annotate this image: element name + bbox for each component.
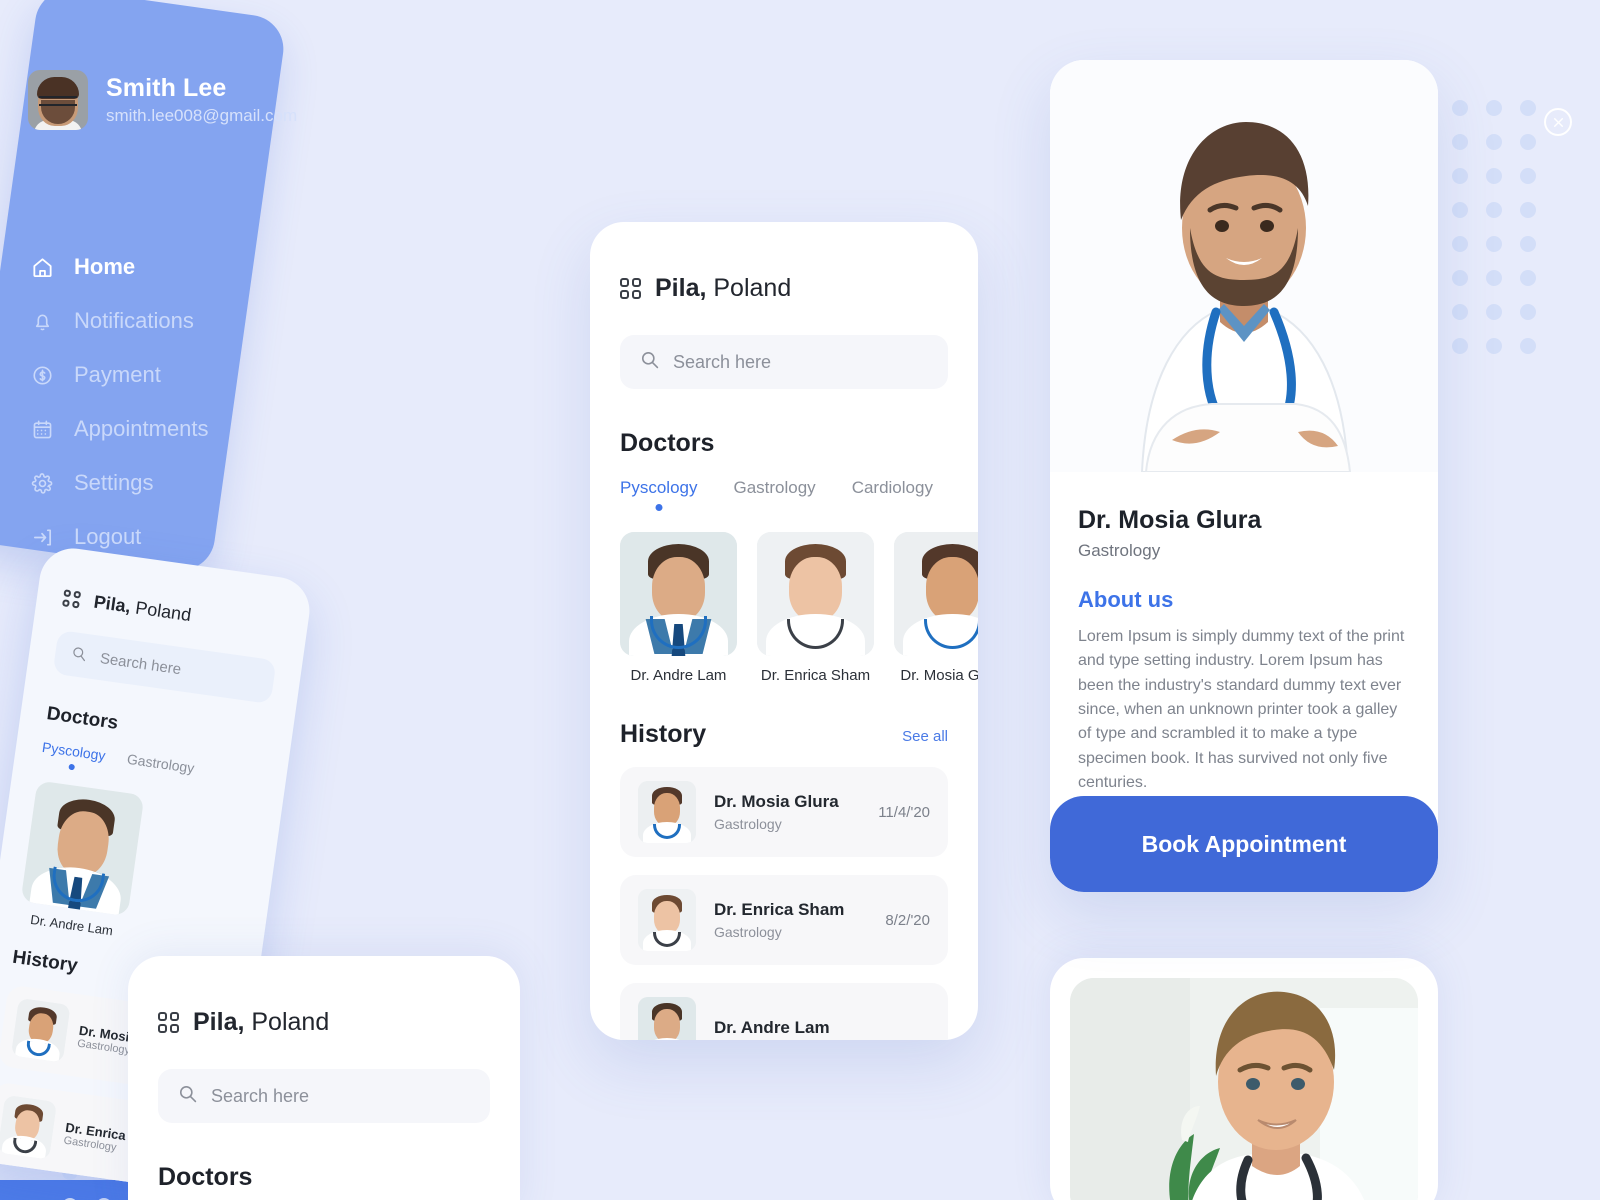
decorative-dot	[1486, 134, 1502, 150]
history-row[interactable]: Dr. Andre Lam	[620, 983, 948, 1040]
location-city: Pila,	[193, 1008, 245, 1036]
history-date: 8/2/'20	[885, 911, 930, 929]
tab-gastrology[interactable]: Gastrology	[126, 751, 195, 776]
decorative-dot	[1486, 202, 1502, 218]
history-doctor-name: Dr. Enrica Sham	[714, 900, 845, 919]
location-country: Poland	[713, 274, 792, 302]
history-section-title: History	[620, 720, 707, 748]
doctor-card-name: Dr. Andre Lam	[29, 911, 114, 939]
tab-cardiology[interactable]: Cardiology	[852, 478, 933, 498]
decorative-dot	[1452, 304, 1468, 320]
doctor-photo-mosia-glura	[10, 997, 71, 1063]
decorative-dot-grid-top-right	[1452, 100, 1536, 354]
decorative-dot	[1486, 236, 1502, 252]
doctor-detail-body: Dr. Mosia Glura Gastrology About us Lore…	[1050, 472, 1438, 795]
decorative-dot	[1486, 304, 1502, 320]
history-date: 11/4/'20	[878, 803, 930, 821]
decorative-dot	[1520, 168, 1536, 184]
doctor-card[interactable]: Dr. Mosia Glura	[894, 532, 978, 684]
history-specialty: Gastrology	[714, 924, 782, 940]
doctor-card[interactable]: Dr. Andre Lam	[620, 532, 737, 684]
decorative-dot	[1520, 100, 1536, 116]
doctor-card[interactable]: Dr. Enrica Sham	[757, 532, 874, 684]
decorative-dot	[1486, 338, 1502, 354]
doctors-section-title: Doctors	[158, 1163, 253, 1191]
about-us-title: About us	[1078, 587, 1174, 612]
decorative-dot	[1520, 304, 1536, 320]
doctor-card-name: Dr. Enrica Sham	[760, 667, 871, 684]
search-placeholder: Search here	[98, 649, 183, 678]
location-country: Poland	[134, 597, 193, 626]
doctor-photo-andre-lam	[638, 997, 696, 1040]
history-header: History See all	[620, 720, 948, 749]
doctor-detail-card: Dr. Mosia Glura Gastrology About us Lore…	[1050, 60, 1438, 892]
decorative-dot	[1520, 270, 1536, 286]
grid-menu-icon[interactable]	[62, 589, 82, 609]
home-screen-card-partial: Pila, Poland Search here Doctors	[128, 956, 520, 1200]
about-us-text: Lorem Ipsum is simply dummy text of the …	[1078, 628, 1405, 791]
doctor-hero-photo	[1050, 60, 1438, 472]
tab-pyscology[interactable]: Pyscology	[620, 478, 697, 498]
search-placeholder: Search here	[211, 1085, 310, 1106]
decorative-dot	[1520, 236, 1536, 252]
decorative-dot	[1452, 168, 1468, 184]
decorative-dot	[1452, 338, 1468, 354]
doctor-photo-card-partial	[1050, 958, 1438, 1200]
decorative-dot	[1486, 100, 1502, 116]
doctor-photo-mosia-glura	[894, 532, 978, 656]
decorative-dot	[1452, 270, 1468, 286]
location-country: Poland	[251, 1008, 330, 1036]
doctor-photo-secondary	[1070, 978, 1418, 1200]
search-input[interactable]: Search here	[620, 335, 948, 389]
tab-gastrology[interactable]: Gastrology	[733, 478, 815, 498]
doctor-name: Dr. Mosia Glura	[1078, 506, 1262, 534]
decorative-dot	[1520, 134, 1536, 150]
doctor-card-name: Dr. Andre Lam	[630, 667, 727, 684]
location-city: Pila,	[655, 274, 707, 302]
history-doctor-name: Dr. Mosia Glura	[714, 792, 839, 811]
tab-pyscology[interactable]: Pyscology	[41, 739, 106, 764]
location-header: Pila, Poland	[620, 274, 948, 303]
search-icon	[640, 350, 659, 374]
book-appointment-button[interactable]: Book Appointment	[1050, 796, 1438, 892]
doctor-specialty: Gastrology	[1078, 541, 1161, 560]
history-specialty: Gastrology	[714, 816, 782, 832]
doctors-section-title: Doctors	[620, 429, 715, 457]
search-placeholder: Search here	[673, 351, 772, 372]
doctor-photo-mosia-glura	[638, 781, 696, 843]
grid-menu-icon[interactable]	[620, 278, 641, 299]
history-row[interactable]: Dr. Mosia Glura Gastrology 11/4/'20	[620, 767, 948, 857]
doctor-photo-andre-lam	[620, 532, 737, 656]
search-icon	[70, 645, 87, 666]
doctor-photo-enrica-sham	[638, 889, 696, 951]
location-city: Pila,	[92, 591, 133, 617]
decorative-dot	[1486, 168, 1502, 184]
decorative-dot	[1452, 100, 1468, 116]
decorative-dot	[1452, 134, 1468, 150]
decorative-dot	[1520, 202, 1536, 218]
app-canvas: Pila, Poland Search here Doctors Pyscolo…	[0, 0, 1600, 1200]
decorative-dot	[1452, 202, 1468, 218]
doctor-photo-enrica-sham	[757, 532, 874, 656]
location-header: Pila, Poland	[158, 1008, 490, 1037]
decorative-dot	[1520, 338, 1536, 354]
grid-menu-icon[interactable]	[158, 1012, 179, 1033]
history-row[interactable]: Dr. Enrica Sham Gastrology 8/2/'20	[620, 875, 948, 965]
location-header: Pila, Poland	[62, 587, 283, 638]
see-all-link[interactable]: See all	[902, 728, 948, 745]
specialty-tabs: Pyscology Gastrology Cardiology	[620, 478, 948, 498]
doctor-photo-andre-lam[interactable]	[20, 780, 145, 917]
decorative-dot	[1486, 270, 1502, 286]
doctor-card-list: Dr. Andre Lam Dr. Enrica Sham Dr. Mosia …	[620, 532, 978, 684]
search-icon	[178, 1084, 197, 1108]
search-input[interactable]: Search here	[52, 629, 277, 705]
doctor-photo-enrica-sham	[0, 1095, 57, 1160]
home-screen-card: Pila, Poland Search here Doctors Pyscolo…	[590, 222, 978, 1040]
search-input[interactable]: Search here	[158, 1069, 490, 1123]
decorative-dot	[1452, 236, 1468, 252]
doctor-card-name: Dr. Mosia Glura	[900, 667, 978, 684]
history-doctor-name: Dr. Andre Lam	[714, 1018, 830, 1037]
